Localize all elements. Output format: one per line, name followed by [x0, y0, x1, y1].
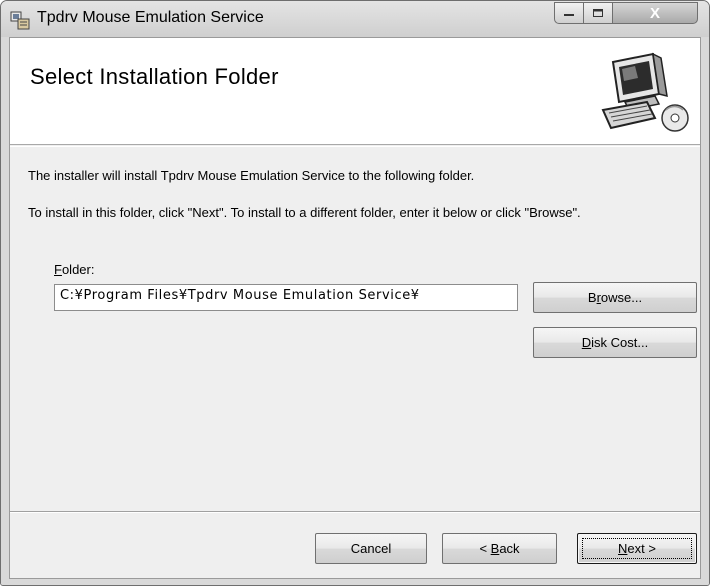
- banner-separator: [10, 146, 700, 147]
- intro-text: The installer will install Tpdrv Mouse E…: [28, 168, 475, 183]
- dialog-client-area: Select Installation Folder The installer…: [9, 37, 701, 579]
- close-icon: X: [649, 4, 660, 22]
- cancel-button[interactable]: Cancel: [315, 533, 427, 564]
- next-button[interactable]: Next >: [577, 533, 697, 564]
- folder-label: Folder:: [54, 262, 94, 277]
- browse-label-pre: B: [587, 290, 597, 305]
- minimize-button[interactable]: [554, 2, 583, 24]
- installer-app-icon: [10, 11, 30, 30]
- back-label-pre: <: [479, 541, 491, 556]
- disk-cost-label-post: isk Cost...: [591, 335, 649, 350]
- footer-separator-highlight: [10, 512, 700, 513]
- folder-path-input[interactable]: C:¥Program Files¥Tpdrv Mouse Emulation S…: [54, 284, 518, 311]
- maximize-button[interactable]: [583, 2, 612, 24]
- minimize-icon: [564, 14, 574, 16]
- browse-label-post: owse...: [600, 290, 643, 305]
- header-banner: Select Installation Folder: [10, 38, 700, 145]
- computer-with-disc-icon: [601, 52, 689, 132]
- window-bottom-border: [1, 579, 709, 585]
- back-button[interactable]: < Back: [442, 533, 557, 564]
- close-button[interactable]: X: [612, 2, 698, 24]
- disk-cost-button[interactable]: Disk Cost...: [533, 327, 697, 358]
- window-title: Tpdrv Mouse Emulation Service: [37, 9, 264, 26]
- cancel-label: Cancel: [350, 541, 392, 556]
- back-label-post: ack: [499, 541, 520, 556]
- browse-button[interactable]: Br owse...: [533, 282, 697, 313]
- disk-cost-label-accel: D: [581, 335, 592, 350]
- installer-window: Tpdrv Mouse Emulation Service X Select I…: [0, 0, 710, 586]
- title-bar[interactable]: Tpdrv Mouse Emulation Service X: [1, 1, 709, 37]
- maximize-icon: [593, 9, 603, 17]
- folder-label-text: older:: [61, 262, 95, 277]
- focus-rectangle: [582, 538, 692, 559]
- caption-buttons: X: [554, 2, 698, 24]
- page-title: Select Installation Folder: [30, 64, 279, 89]
- instructions-text: To install in this folder, click "Next".…: [28, 205, 581, 220]
- folder-label-accelerator: F: [54, 262, 62, 277]
- back-label-accel: B: [490, 541, 500, 556]
